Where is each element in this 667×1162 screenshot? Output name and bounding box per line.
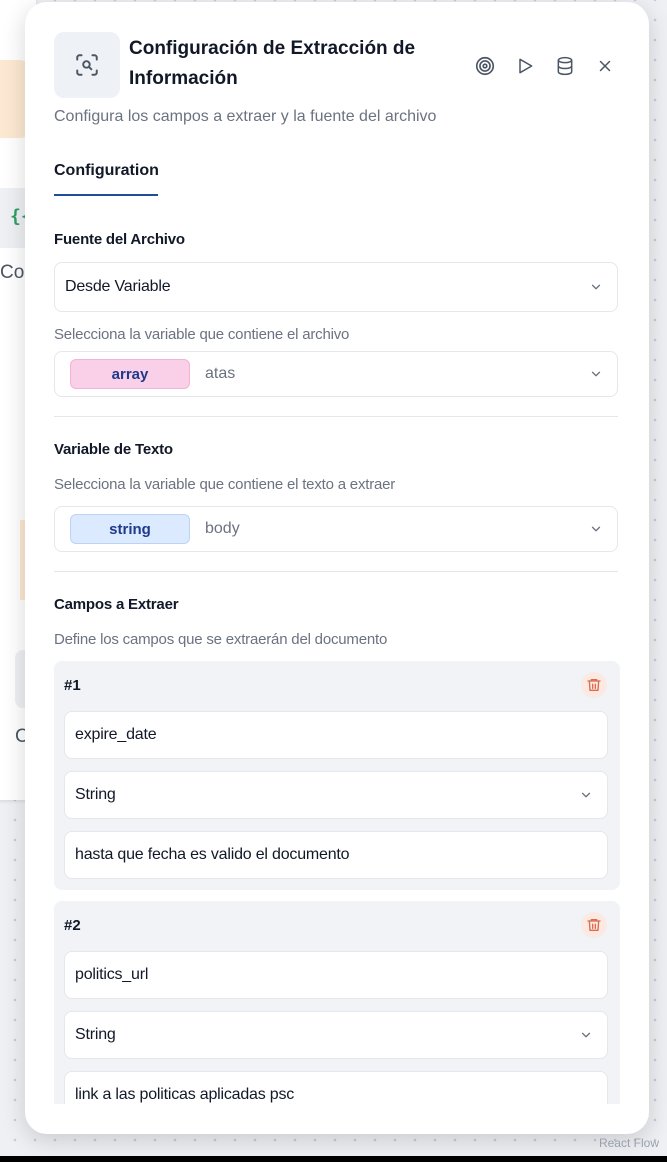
chevron-down-icon	[591, 371, 601, 377]
panel-scroll-area[interactable]: Configuración de Extracción de Informaci…	[25, 2, 649, 1104]
field-type-select[interactable]: String	[64, 771, 608, 819]
field-type-select[interactable]: String	[64, 1011, 608, 1059]
field-description-value: link a las politicas aplicadas psc	[75, 1086, 295, 1103]
play-icon[interactable]	[505, 46, 545, 86]
text-variable-label: Variable de Texto	[54, 441, 173, 458]
tab-configuration[interactable]: Configuration	[54, 162, 159, 196]
file-source-value: Desde Variable	[65, 278, 171, 295]
text-variable-select[interactable]: string body	[54, 506, 618, 552]
scan-search-icon	[54, 32, 120, 98]
type-badge-string: string	[70, 514, 190, 544]
extraction-config-panel: Configuración de Extracción de Informaci…	[25, 2, 649, 1134]
field-card: #2 politics_url String link a las politi…	[54, 901, 620, 1104]
text-variable-name: body	[205, 520, 240, 537]
trash-icon[interactable]	[581, 912, 607, 938]
chevron-down-icon	[591, 284, 601, 290]
field-number: #1	[64, 677, 81, 694]
panel-title: Configuración de Extracción de Informaci…	[129, 38, 416, 89]
field-number: #2	[64, 917, 81, 934]
field-card: #1 expire_date String hasta que fecha es…	[54, 661, 620, 890]
chevron-down-icon	[591, 526, 601, 532]
field-type-value: String	[75, 1026, 116, 1043]
trash-icon[interactable]	[581, 672, 607, 698]
type-badge-array: array	[70, 359, 190, 389]
file-variable-select[interactable]: array atas	[54, 351, 618, 397]
target-icon[interactable]	[465, 46, 505, 86]
chevron-down-icon	[581, 792, 591, 798]
file-variable-helper: Selecciona la variable que contiene el a…	[54, 326, 350, 343]
field-name-value: expire_date	[75, 726, 157, 743]
text-variable-helper: Selecciona la variable que contiene el t…	[54, 476, 396, 493]
field-name-value: politics_url	[75, 966, 149, 983]
fields-helper: Define los campos que se extraerán del d…	[54, 631, 388, 648]
react-flow-attribution[interactable]: React Flow	[599, 1136, 659, 1150]
panel-subtitle: Configura los campos a extraer y la fuen…	[54, 108, 437, 125]
section-divider	[54, 571, 618, 572]
field-description-input[interactable]: hasta que fecha es valido el documento	[64, 831, 608, 879]
database-icon[interactable]	[545, 46, 585, 86]
fields-label: Campos a Extraer	[54, 596, 179, 613]
field-description-input[interactable]: link a las politicas aplicadas psc	[64, 1071, 608, 1104]
field-description-value: hasta que fecha es valido el documento	[75, 846, 350, 863]
field-name-input[interactable]: politics_url	[64, 951, 608, 999]
field-type-value: String	[75, 786, 116, 803]
panel-actions	[465, 46, 625, 86]
field-name-input[interactable]: expire_date	[64, 711, 608, 759]
file-source-select[interactable]: Desde Variable	[54, 262, 618, 312]
file-source-label: Fuente del Archivo	[54, 231, 185, 248]
file-variable-name: atas	[205, 365, 236, 382]
chevron-down-icon	[581, 1032, 591, 1038]
bottom-edge	[0, 1156, 667, 1162]
close-icon[interactable]	[585, 46, 625, 86]
section-divider	[54, 416, 618, 417]
